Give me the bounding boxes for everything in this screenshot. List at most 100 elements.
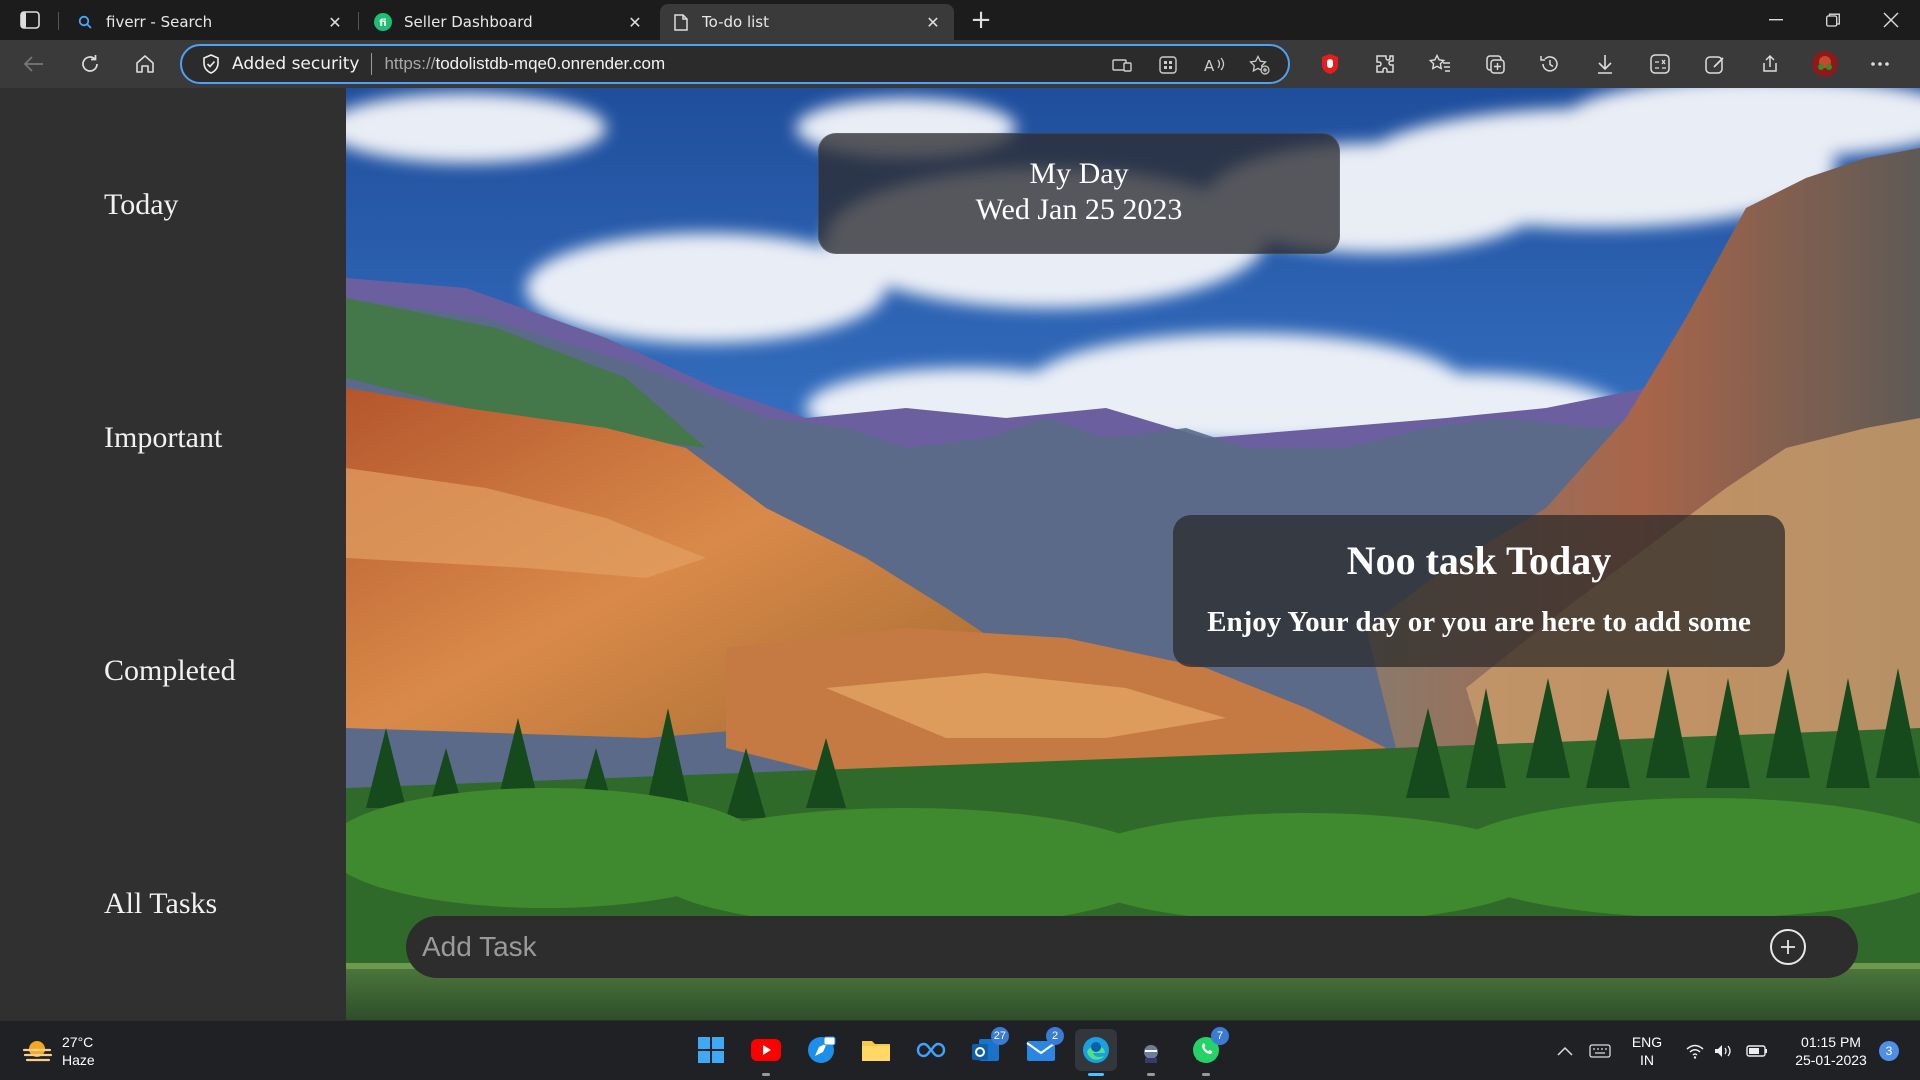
tab-seller-dashboard[interactable]: fi Seller Dashboard ✕ [362,4,656,40]
tab-actions-button[interactable] [12,6,48,34]
taskbar-app-edge[interactable] [1075,1029,1117,1076]
new-tab-button[interactable]: + [966,5,996,35]
empty-state-heading: Noo task Today [1346,538,1612,583]
edge-icon [1083,1037,1109,1063]
taskbar-app-browser-mail[interactable] [800,1029,842,1071]
running-indicator [1147,1073,1155,1076]
browser-tab-strip: fiverr - Search ✕ fi Seller Dashboard ✕ … [0,0,1920,40]
close-tab-icon[interactable]: ✕ [626,13,644,32]
add-favorite-icon[interactable] [1244,52,1276,78]
address-bar[interactable]: Added security https://todolistdb-mqe0.o… [180,44,1290,84]
url-host[interactable]: todolistdb-mqe0.onrender.com [435,54,665,74]
start-button[interactable] [690,1029,732,1071]
fiverr-icon: fi [374,13,392,31]
background-landscape: My Day Wed Jan 25 2023 Noo task Today En… [346,88,1920,1020]
wifi-icon [1686,1044,1704,1059]
sidebar-item-important[interactable]: Important [104,421,222,455]
home-button[interactable] [129,48,161,80]
language-code: ENG [1631,1034,1663,1050]
clock-time: 01:15 PM [1801,1034,1861,1050]
close-window-button[interactable] [1864,0,1918,40]
taskbar-app-meta[interactable] [910,1029,952,1071]
touch-keyboard-button[interactable] [1584,1031,1616,1071]
math-solver-icon[interactable] [1638,48,1681,80]
page-title: My Day [1029,157,1129,190]
more-options-icon[interactable] [1858,48,1901,80]
taskbar-app-file-explorer[interactable] [855,1029,897,1071]
my-day-header: My Day Wed Jan 25 2023 [818,133,1340,254]
empty-state-card: Noo task Today Enjoy Your day or you are… [1173,515,1785,667]
taskbar-app-mail[interactable]: 2 [1020,1027,1064,1071]
clock[interactable]: 01:15 PM 25-01-2023 [1776,1031,1886,1071]
collections-icon[interactable] [1473,48,1516,80]
add-task-button[interactable] [1770,929,1806,965]
tab-separator [358,12,359,30]
web-capture-icon[interactable] [1693,48,1736,80]
profile-avatar[interactable] [1803,48,1846,80]
browser-toolbar: Added security https://todolistdb-mqe0.o… [0,40,1920,88]
volume-icon [1715,1045,1731,1057]
folder-icon [862,1041,890,1061]
compass-mail-icon [808,1036,836,1063]
restore-button[interactable] [1806,0,1860,40]
downloads-icon[interactable] [1583,48,1626,80]
extensions-icon[interactable] [1363,48,1406,80]
refresh-icon [82,55,98,72]
game-character-icon [1139,1039,1163,1063]
favorites-icon[interactable] [1418,48,1461,80]
notification-badge: 7 [1211,1027,1229,1045]
tab-title: fiverr - Search [106,13,213,31]
running-indicator [762,1073,770,1076]
close-tab-icon[interactable]: ✕ [924,13,942,32]
notification-center-button[interactable]: 3 [1874,1031,1904,1071]
keyboard-icon [1589,1044,1611,1058]
battery-icon [1746,1045,1767,1057]
tab-title: Seller Dashboard [404,13,533,31]
adblock-extension-icon[interactable] [1308,48,1351,80]
address-divider [371,53,373,75]
security-label[interactable]: Added security [232,54,359,74]
plus-icon [1781,940,1795,954]
tab-title: To-do list [702,13,769,31]
back-button[interactable] [18,48,50,80]
sidebar-item-all-tasks[interactable]: All Tasks [104,887,217,921]
add-task-input[interactable] [406,916,1770,978]
show-hidden-icons-button[interactable] [1550,1031,1580,1071]
infinity-icon [916,1042,946,1058]
quick-settings-button[interactable] [1682,1031,1778,1071]
taskbar-app-youtube[interactable] [745,1029,787,1076]
close-icon [1883,12,1899,28]
taskbar-app-whatsapp[interactable]: 7 [1185,1027,1229,1076]
weather-temperature: 27°C [62,1034,94,1050]
tab-fiverr-search[interactable]: fiverr - Search ✕ [64,4,356,40]
refresh-button[interactable] [74,48,106,80]
youtube-icon [751,1039,781,1061]
share-icon[interactable] [1748,48,1791,80]
running-indicator [1202,1073,1210,1076]
sidebar: Today Important Completed All Tasks [0,88,346,1020]
weather-widget[interactable]: 27°C Haze [22,1033,95,1069]
history-icon[interactable] [1528,48,1571,80]
home-icon [136,55,154,73]
svg-text:A: A [1204,57,1215,74]
empty-state-message: Enjoy Your day or you are here to add so… [1207,606,1751,638]
taskbar-app-outlook[interactable]: 27 [965,1027,1009,1071]
app-available-icon[interactable] [1106,52,1138,78]
windows-taskbar: 27°C Haze 27 2 7 ENG IN 01:15 PM 25-01-2… [0,1020,1920,1080]
sidebar-item-today[interactable]: Today [104,188,179,222]
shield-icon[interactable] [200,53,222,75]
grid-apps-icon[interactable] [1152,52,1184,78]
read-aloud-icon[interactable]: A [1198,52,1230,78]
tab-todo-list[interactable]: To-do list ✕ [660,4,954,40]
language-indicator[interactable]: ENG IN [1622,1031,1672,1071]
taskbar-app-game[interactable] [1130,1029,1172,1076]
current-date: Wed Jan 25 2023 [975,193,1183,226]
running-indicator [1088,1073,1104,1076]
taskbar-apps: 27 2 7 [690,1027,1229,1076]
minimize-button[interactable] [1749,0,1803,40]
sidebar-item-completed[interactable]: Completed [104,654,236,688]
url-scheme[interactable]: https:// [384,54,435,74]
close-tab-icon[interactable]: ✕ [326,13,344,32]
minimize-icon [1769,19,1783,21]
tab-separator [58,12,59,30]
